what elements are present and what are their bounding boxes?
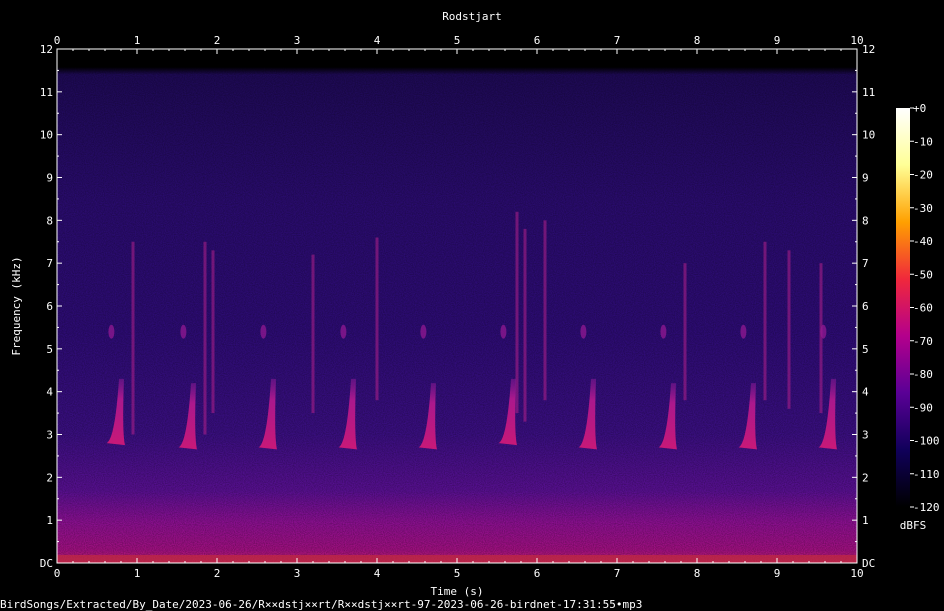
note-harmonic [180, 324, 187, 339]
plot-area [57, 49, 857, 563]
y-tick-label-right: 8 [862, 214, 869, 227]
colorbar-tick-label: -40 [913, 235, 933, 248]
x-tick-label-bottom: 4 [374, 567, 381, 580]
streak [543, 220, 547, 401]
y-tick-label-left: 5 [46, 343, 53, 356]
x-tick-label-top: 4 [374, 34, 381, 47]
y-tick-label-right: 1 [862, 514, 869, 527]
x-tick-label-top: 8 [694, 34, 701, 47]
y-tick-label-left: 2 [46, 471, 53, 484]
y-tick-label-right: 10 [862, 129, 875, 142]
x-tick-label-bottom: 1 [134, 567, 141, 580]
y-tick-label-left: 12 [40, 43, 53, 56]
x-tick-label-top: 5 [454, 34, 461, 47]
x-tick-label-top: 7 [614, 34, 621, 47]
x-tick-label-bottom: 7 [614, 567, 621, 580]
streak [683, 263, 687, 401]
note-harmonic [260, 324, 267, 339]
y-tick-label-left: 1 [46, 514, 53, 527]
y-tick-label-left: 8 [46, 214, 53, 227]
colorbar-tick-label: -10 [913, 135, 933, 148]
colorbar-tick-label: -60 [913, 302, 933, 315]
x-tick-label-bottom: 2 [214, 567, 221, 580]
y-tick-label-right: 9 [862, 172, 869, 185]
colorbar-tick-label: +0 [913, 102, 926, 115]
x-tick-label-bottom: 5 [454, 567, 461, 580]
x-tick-label-bottom: 8 [694, 567, 701, 580]
y-tick-label-right: DC [862, 557, 875, 570]
streak [131, 241, 135, 435]
x-tick-label-top: 2 [214, 34, 221, 47]
spectrogram-chart: Rodstjart 0 1 2 3 4 5 6 7 8 9 10 0 1 2 3 4 5 6 7 8 9 10 DC12… [0, 10, 940, 611]
streak [203, 241, 207, 435]
x-tick-label-bottom: 3 [294, 567, 301, 580]
colorbar-scale [896, 108, 910, 507]
y-tick-label-right: 2 [862, 471, 869, 484]
streak [763, 241, 767, 401]
streak [311, 254, 315, 414]
note-harmonic [500, 324, 507, 339]
colorbar-tick-label: -80 [913, 368, 933, 381]
x-tick-label-bottom: 9 [774, 567, 781, 580]
streak [211, 250, 215, 414]
streak [375, 237, 379, 401]
x-tick-label-top: 6 [534, 34, 541, 47]
x-tick-label-top: 9 [774, 34, 781, 47]
colorbar: +0 -10 -20 -30 -40 -50 -60 -70 -80 -90 -100 -110 -12… [896, 102, 940, 532]
note-harmonic [420, 324, 427, 339]
y-tick-label-right: 12 [862, 43, 875, 56]
colorbar-tick-label: -100 [913, 435, 940, 448]
colorbar-tick-label: -110 [913, 468, 940, 481]
colorbar-tick-label: -120 [913, 501, 940, 514]
y-tick-label-left: DC [40, 557, 53, 570]
note-harmonic [340, 324, 347, 339]
streak [819, 263, 823, 414]
x-tick-label-top: 0 [54, 34, 61, 47]
y-tick-label-right: 6 [862, 300, 869, 313]
note-harmonic [108, 324, 115, 339]
file-path: BirdSongs/Extracted/By_Date/2023-06-26/R… [0, 598, 642, 611]
y-tick-label-left: 10 [40, 129, 53, 142]
y-tick-label-left: 4 [46, 386, 53, 399]
y-tick-label-right: 11 [862, 86, 875, 99]
colorbar-tick-label: -70 [913, 335, 933, 348]
streak [523, 228, 527, 422]
note-harmonic [820, 324, 827, 339]
y-tick-label-left: 6 [46, 300, 53, 313]
y-tick-label-right: 4 [862, 386, 869, 399]
note-harmonic [740, 324, 747, 339]
y-tick-label-right: 3 [862, 429, 869, 442]
x-tick-label-top: 3 [294, 34, 301, 47]
colorbar-tick-label: -90 [913, 401, 933, 414]
y-tick-label-left: 3 [46, 429, 53, 442]
y-tick-label-right: 5 [862, 343, 869, 356]
x-axis-label: Time (s) [431, 585, 484, 598]
note-harmonic [580, 324, 587, 339]
chart-title: Rodstjart [442, 10, 502, 23]
y-tick-label-left: 9 [46, 172, 53, 185]
colorbar-label: dBFS [900, 519, 927, 532]
colorbar-tick-label: -30 [913, 202, 933, 215]
colorbar-tick-label: -20 [913, 169, 933, 182]
colorbar-ticks: +0 -10 -20 -30 -40 -50 -60 -70 -80 -90 -100 -110 -12… [910, 102, 940, 514]
x-tick-label-bottom: 6 [534, 567, 541, 580]
y-tick-label-left: 11 [40, 86, 53, 99]
streak [787, 250, 791, 409]
spectrogram-noise [57, 49, 857, 563]
streak [515, 211, 519, 414]
x-tick-label-bottom: 0 [54, 567, 61, 580]
colorbar-tick-label: -50 [913, 268, 933, 281]
note-harmonic [660, 324, 667, 339]
y-tick-label-left: 7 [46, 257, 53, 270]
y-tick-label-right: 7 [862, 257, 869, 270]
x-tick-label-top: 1 [134, 34, 141, 47]
y-axis-label: Frequency (kHz) [10, 256, 23, 355]
